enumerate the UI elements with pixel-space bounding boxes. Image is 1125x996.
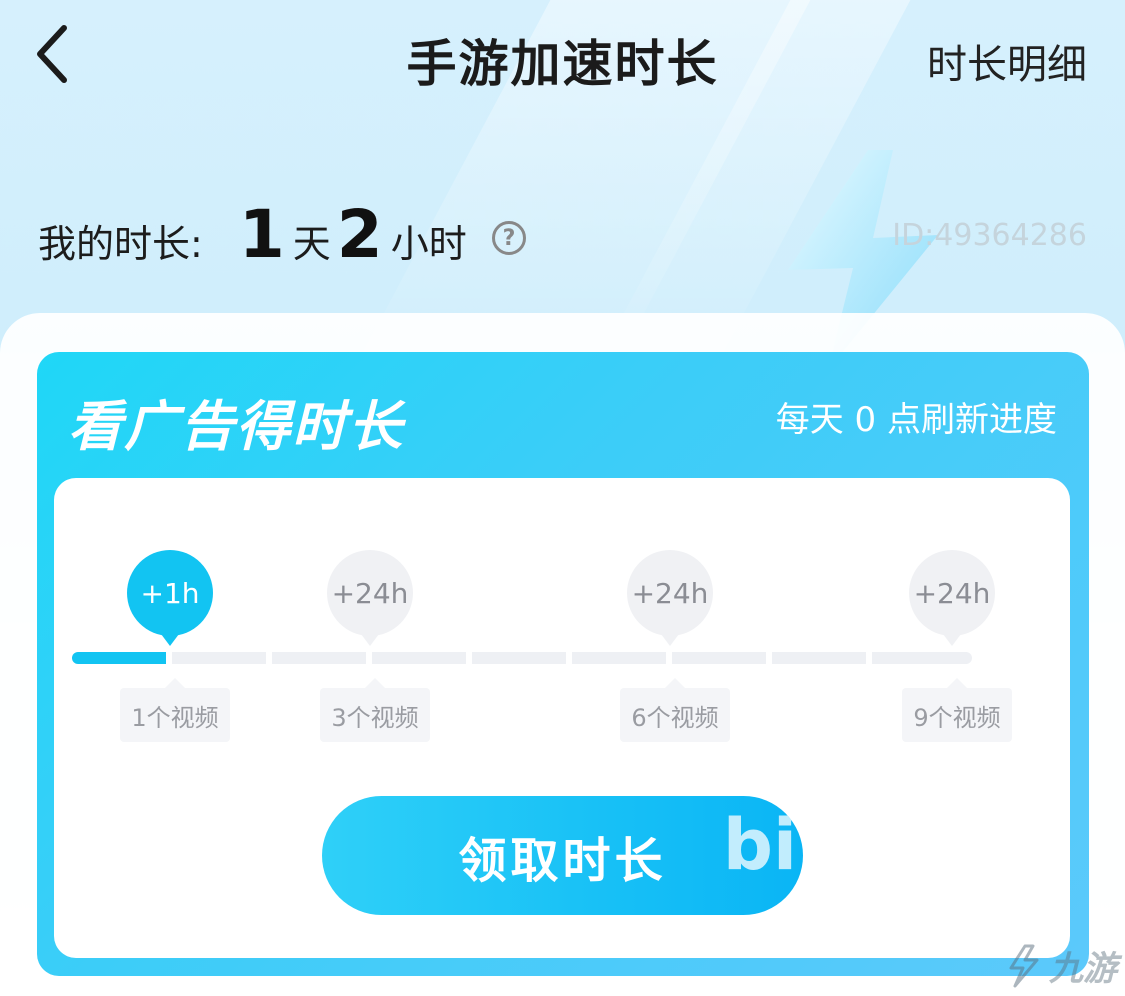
progress-segment — [772, 652, 866, 664]
header: 手游加速时长 时长明细 — [0, 0, 1125, 110]
duration-days: 1 — [238, 196, 285, 273]
milestone-reward: +24h — [913, 576, 991, 610]
milestone-reward-bubble: +24h — [909, 550, 995, 646]
help-icon[interactable]: ? — [492, 221, 526, 255]
progress-segment — [572, 652, 666, 664]
claim-duration-button[interactable]: 领取时长 bi — [322, 796, 803, 915]
progress-segment — [372, 652, 466, 664]
ad-card-subtitle: 每天 0 点刷新进度 — [775, 400, 1057, 440]
duration-hours: 2 — [336, 196, 383, 273]
my-duration-label: 我的时长: — [38, 222, 203, 266]
milestone-label: 9个视频 — [902, 678, 1012, 742]
milestone-reward: +24h — [331, 576, 409, 610]
ad-card-title: 看广告得时长 — [68, 395, 404, 458]
milestone-reward: +24h — [631, 576, 709, 610]
progress-segment — [472, 652, 566, 664]
milestone-reward-bubble: +24h — [627, 550, 713, 646]
milestone-reward-bubble: +1h — [127, 550, 213, 646]
watermark: 九游 — [1003, 941, 1117, 990]
progress-segment — [172, 652, 266, 664]
jiuyou-logo-icon — [1009, 944, 1039, 987]
progress-segment — [72, 652, 166, 664]
milestone-reward: +1h — [140, 576, 200, 610]
milestone-label: 1个视频 — [120, 678, 230, 742]
duration-hours-unit: 小时 — [390, 222, 467, 266]
progress-segment — [272, 652, 366, 664]
claim-button-label: 领取时长 — [458, 832, 667, 889]
button-decoration: bi — [722, 804, 797, 886]
user-id: ID:49364286 — [892, 218, 1087, 253]
milestone-label: 3个视频 — [320, 678, 430, 742]
progress-segment — [872, 652, 972, 664]
my-duration: 我的时长: 1 天 2 小时 — [38, 196, 467, 276]
milestone-reward-bubble: +24h — [327, 550, 413, 646]
milestone-label: 6个视频 — [620, 678, 730, 742]
progress-segment — [672, 652, 766, 664]
watermark-text: 九游 — [1049, 949, 1117, 989]
duration-days-unit: 天 — [292, 222, 331, 266]
duration-detail-link[interactable]: 时长明细 — [927, 32, 1087, 90]
